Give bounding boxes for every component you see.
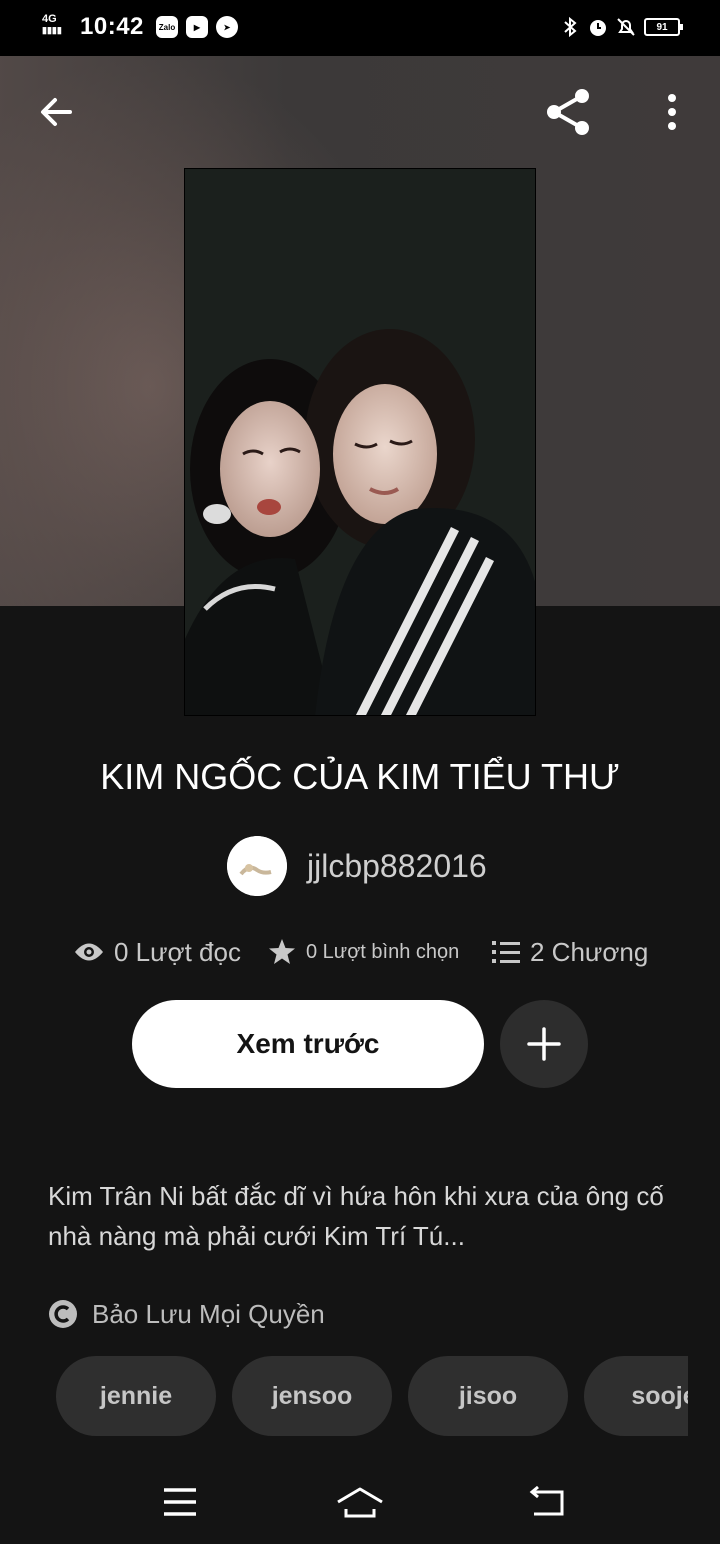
battery-indicator: 91 (644, 18, 683, 36)
youtube-icon: ▶ (186, 16, 208, 38)
alarm-icon (590, 20, 606, 36)
more-options-button[interactable] (644, 84, 700, 140)
list-icon (492, 941, 520, 963)
tag-chip[interactable]: jennie (56, 1356, 216, 1436)
preview-button[interactable]: Xem trước (132, 1000, 484, 1088)
votes-stat: 0 Lượt bình chọn (268, 930, 459, 974)
copyright-icon (49, 1300, 77, 1328)
plus-icon (527, 1027, 561, 1061)
author-row[interactable]: jjlcbp882016 (0, 836, 720, 896)
clock: 10:42 (80, 13, 144, 40)
zalo-icon: Zalo (156, 16, 178, 38)
bluetooth-icon (564, 16, 577, 38)
network-label: 4G (42, 13, 57, 25)
tag-chip[interactable]: jensoo (232, 1356, 392, 1436)
menu-icon (164, 1488, 196, 1516)
chapters-count: 2 Chương (530, 936, 649, 967)
system-nav-bar (0, 1464, 720, 1544)
return-icon (529, 1486, 564, 1516)
tag-chip[interactable]: jisoo (408, 1356, 568, 1436)
home-icon (337, 1487, 383, 1518)
votes-count: 0 Lượt bình chọn (306, 940, 460, 963)
network-indicator: 4G ▮▮▮▮ (42, 13, 62, 36)
story-title: KIM NGỐC CỦA KIM TIỂU THƯ (100, 756, 620, 797)
author-name[interactable]: jjlcbp882016 (307, 848, 487, 885)
chapters-stat: 2 Chương (492, 930, 648, 974)
tag-chip[interactable]: sooje (584, 1356, 688, 1436)
more-vertical-icon (668, 94, 676, 130)
cover-photo (185, 169, 535, 715)
add-to-library-button[interactable] (500, 1000, 588, 1088)
back-button[interactable] (28, 84, 84, 140)
reads-count: 0 Lượt đọc (114, 936, 241, 967)
story-description[interactable]: Kim Trân Ni bất đắc dĩ vì hứa hôn khi xư… (48, 1176, 678, 1256)
copyright-label: Bảo Lưu Mọi Quyền (92, 1298, 325, 1329)
share-icon (547, 89, 589, 135)
avatar-image (227, 836, 287, 896)
star-icon (269, 939, 295, 964)
status-bar: 4G ▮▮▮▮ 10:42 Zalo ▶ ➤ 91 (0, 0, 720, 56)
story-stats: 0 Lượt đọc 0 Lượt bình chọn 2 Chương (0, 930, 720, 974)
system-back-button[interactable] (518, 1480, 578, 1524)
home-button[interactable] (330, 1480, 390, 1524)
tag-list[interactable]: jennie jensoo jisoo sooje (56, 1356, 688, 1436)
arrow-left-icon (41, 98, 72, 126)
compass-icon: ➤ (216, 16, 238, 38)
reads-stat: 0 Lượt đọc (74, 930, 241, 974)
eye-icon (75, 943, 103, 961)
share-button[interactable] (540, 84, 596, 140)
notifications-off-icon (617, 18, 635, 36)
recents-button[interactable] (150, 1480, 210, 1524)
story-cover-image[interactable] (184, 168, 536, 716)
copyright-row: Bảo Lưu Mọi Quyền (48, 1296, 325, 1332)
avatar[interactable] (227, 836, 287, 896)
